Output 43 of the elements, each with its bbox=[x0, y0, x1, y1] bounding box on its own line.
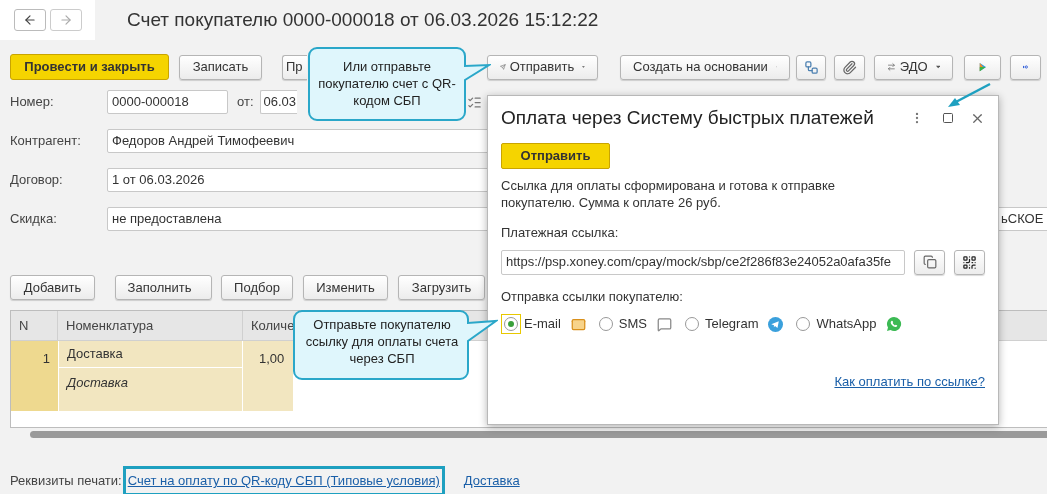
table-button[interactable]: Заполнить bbox=[115, 275, 212, 300]
window-title: Счет покупателю 0000-000018 от 06.03.2026 15:12:22 bbox=[127, 7, 599, 32]
radio-label[interactable]: E-mail bbox=[524, 314, 561, 334]
post-and-close-button[interactable]: Провести и закрыть bbox=[10, 54, 169, 80]
radio-label[interactable]: SMS bbox=[618, 314, 647, 334]
payment-link-field[interactable]: https://psp.xoney.com/cpay/mock/sbp/ce2f286f83e24052a0afa35fe bbox=[501, 249, 905, 275]
discount-type-field[interactable]: ьСКОЕ bbox=[999, 207, 1047, 231]
print-link[interactable]: Счет на оплату по QR-коду СБП (Типовые условия) bbox=[122, 466, 445, 494]
table-row[interactable]: 1 Доставка Доставка 1,00 bbox=[11, 341, 293, 411]
save-button[interactable]: Записать bbox=[179, 54, 262, 80]
column-header[interactable]: Количе bbox=[243, 311, 293, 340]
edo-button[interactable]: ЭДО bbox=[874, 54, 953, 80]
field-label: Контрагент: bbox=[9, 132, 82, 151]
print-button[interactable]: Пр bbox=[282, 54, 307, 80]
number-field[interactable]: 0000-000018 bbox=[107, 90, 228, 114]
table-cell-text: Доставка bbox=[65, 374, 129, 392]
dialog-title: Оплата через Систему быстрых платежей bbox=[501, 105, 874, 130]
print-link[interactable]: Доставка bbox=[458, 466, 525, 494]
send-button[interactable]: Отправить bbox=[487, 54, 598, 80]
table-cell: Доставка bbox=[59, 341, 242, 368]
column-header[interactable]: Номенклатура bbox=[58, 311, 243, 340]
radio-label[interactable]: Telegram bbox=[705, 314, 759, 334]
radio-label[interactable]: WhatsApp bbox=[816, 314, 877, 334]
row-number-cell: 1 bbox=[11, 341, 58, 411]
table-button[interactable]: Добавить bbox=[10, 275, 95, 300]
table-button[interactable]: Загрузить bbox=[398, 275, 485, 300]
field-label: Договор: bbox=[9, 171, 64, 190]
callout: Или отправьте покупателю счет с QR-кодом СБП bbox=[307, 46, 491, 124]
field-label: Номер: bbox=[9, 93, 55, 112]
date-field[interactable]: 06.03 bbox=[259, 90, 297, 114]
help-link[interactable]: Как оплатить по ссылке? bbox=[834, 372, 985, 392]
column-header[interactable]: N bbox=[11, 311, 58, 340]
table-cell-text: 1,00 bbox=[258, 350, 286, 368]
field-label: от: bbox=[237, 93, 254, 112]
dialog-send-button[interactable]: Отправить bbox=[501, 143, 610, 169]
print-details-label: Реквизиты печати: bbox=[10, 472, 122, 491]
table-button[interactable]: Изменить bbox=[303, 275, 388, 300]
send-to-buyer-label: Отправка ссылки покупателю: bbox=[501, 287, 684, 306]
payment-link-label: Платежная ссылка: bbox=[501, 224, 620, 242]
create-based-on-button[interactable]: Создать на основании bbox=[620, 54, 790, 80]
table-button[interactable]: Подбор bbox=[221, 275, 293, 300]
field-label: Скидка: bbox=[9, 210, 58, 229]
dialog-message: Ссылка для оплаты сформирована и готова к отправке покупателю. Сумма к оплате 26 руб. bbox=[501, 177, 837, 211]
